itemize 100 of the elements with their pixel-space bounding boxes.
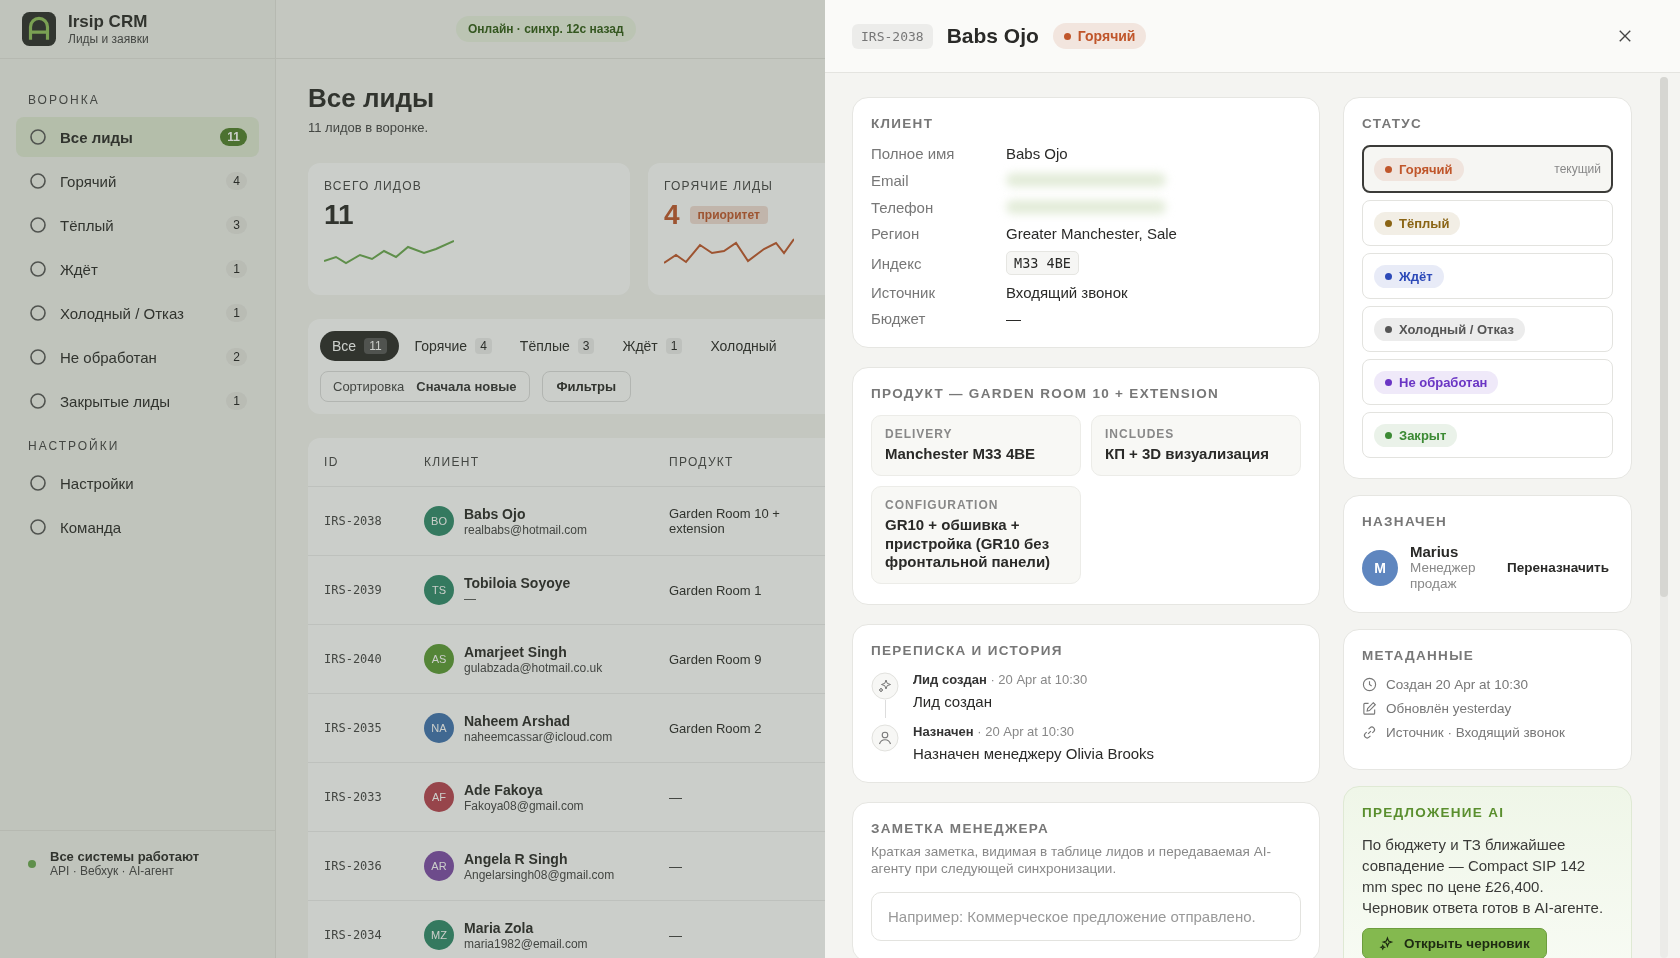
avatar: NA: [424, 713, 454, 743]
person-icon: [871, 724, 899, 752]
avatar: TS: [424, 575, 454, 605]
open-draft-button[interactable]: Открыть черновик: [1362, 928, 1547, 958]
status-dot: [28, 859, 36, 868]
filter-tab[interactable]: Тёплые 3: [507, 331, 607, 361]
card-title: СТАТУС: [1362, 116, 1424, 131]
event-title: Назначен · 20 Apr at 10:30: [913, 724, 1076, 739]
filters-button[interactable]: Фильтры: [541, 371, 632, 402]
event-text: Лид создан: [913, 693, 993, 710]
app-name: Irsip CRM: [68, 12, 149, 32]
filter-tab[interactable]: Ждёт 1: [610, 331, 695, 361]
avatar: AF: [424, 782, 454, 812]
field-label: Полное имя: [871, 145, 956, 162]
nav-icon: [28, 215, 48, 235]
system-services: API · Вебхук · AI-агент: [50, 864, 175, 878]
sort-control[interactable]: Сортировка Сначала новые: [320, 371, 530, 402]
avatar: AS: [424, 644, 454, 674]
reassign-button[interactable]: Переназначить: [1503, 554, 1613, 582]
app-subtitle: Лиды и заявки: [68, 32, 149, 46]
status-badge: Горячий: [1052, 23, 1147, 49]
postcode: M33 4BE: [1006, 251, 1079, 275]
note-description: Краткая заметка, видимая в таблице лидов и передаваемая AI-агенту при следующей синхронизации.: [871, 844, 1272, 878]
card-title: ПРЕДЛОЖЕНИЕ AI: [1362, 805, 1506, 821]
field-label: Email: [871, 171, 910, 189]
sidebar-item[interactable]: Тёплый 3: [16, 205, 259, 245]
status-option[interactable]: Горячий текущий: [1362, 145, 1613, 193]
sidebar-item[interactable]: Ждёт 1: [16, 249, 259, 289]
section-title: НАСТРОЙКИ: [27, 437, 121, 455]
status-option[interactable]: Холодный / Отказ: [1362, 306, 1613, 352]
field-label: Бюджет: [871, 310, 927, 327]
section-title: ВОРОНКА: [27, 92, 101, 109]
lead-name: Babs Ojo: [946, 24, 1039, 48]
sidebar-item[interactable]: Все лиды 11: [16, 117, 259, 157]
avatar: BO: [424, 506, 454, 536]
ai-suggestion-text: По бюджету и ТЗ ближайшее совпадение — Compact SIP 142 mm spec по цене £26,400. Черновик ответа готов в AI-агенте.: [1362, 835, 1605, 919]
status-option[interactable]: Закрыт: [1362, 412, 1613, 458]
page-title: Все лиды: [308, 83, 436, 114]
card-title: НАЗНАЧЕН: [1362, 514, 1449, 529]
nav-icon: [28, 347, 48, 367]
manager-role: Менеджер продаж: [1410, 560, 1477, 593]
scrollbar[interactable]: [1660, 77, 1668, 958]
manager-name: Marius: [1410, 543, 1460, 560]
event-text: Назначен менеджеру Olivia Brooks: [913, 745, 1155, 762]
field-value: —: [1006, 310, 1022, 327]
metadata-item: Создан 20 Apr at 10:30: [1386, 677, 1528, 693]
field-label: Индекс: [871, 254, 923, 272]
nav-icon: [28, 473, 48, 493]
card-title: ЗАМЕТКА МЕНЕДЖЕРА: [871, 821, 1050, 836]
sidebar-item[interactable]: Настройки: [16, 463, 259, 503]
clock-icon: [1362, 677, 1377, 693]
sidebar-item[interactable]: Закрытые лиды 1: [16, 381, 259, 421]
filter-tab[interactable]: Все 11: [320, 331, 399, 361]
edit-icon: [1362, 701, 1377, 717]
status-option[interactable]: Не обработан: [1362, 359, 1613, 405]
card-title: МЕТАДАННЫЕ: [1362, 648, 1475, 664]
metadata-item: Обновлён yesterday: [1386, 701, 1512, 717]
filter-tab[interactable]: Холодный: [698, 331, 789, 361]
product-tile: DELIVERY Manchester M33 4BE: [871, 415, 1081, 476]
system-status: Все системы работают: [50, 849, 200, 864]
card-title: КЛИЕНТ: [871, 116, 935, 131]
sidebar-item[interactable]: Не обработан 2: [16, 337, 259, 377]
event-title: Лид создан · 20 Apr at 10:30: [913, 672, 1088, 687]
product-tile: INCLUDES КП + 3D визуализация: [1091, 415, 1301, 476]
field-label: Регион: [871, 225, 921, 242]
column-header: ID: [324, 455, 340, 469]
nav-icon: [28, 259, 48, 279]
field-value: Babs Ojo: [1006, 145, 1069, 162]
close-icon[interactable]: [1618, 29, 1632, 43]
logo-icon: [22, 12, 56, 46]
field-value: Входящий звонок: [1006, 284, 1129, 301]
product-tile: CONFIGURATION GR10 + обшивка + пристройка (GR10 без фронтальной панели): [871, 485, 1081, 584]
sidebar-item[interactable]: Команда: [16, 507, 259, 547]
status-option[interactable]: Ждёт: [1362, 253, 1613, 299]
filter-tab[interactable]: Горячие 4: [402, 331, 504, 361]
card-title: ПЕРЕПИСКА И ИСТОРИЯ: [871, 643, 1064, 658]
avatar: MZ: [424, 920, 454, 950]
nav-icon: [28, 171, 48, 191]
note-field[interactable]: Например: Коммерческое предложение отправлено.: [871, 891, 1301, 941]
metadata-item: Источник · Входящий звонок: [1386, 725, 1565, 741]
page-subtitle: 11 лидов в воронке.: [308, 120, 430, 135]
sync-status: Онлайн · синхр. 12с назад: [456, 16, 636, 42]
field-label: Источник: [871, 284, 937, 301]
sidebar-item[interactable]: Холодный / Отказ 1: [16, 293, 259, 333]
nav-icon: [28, 303, 48, 323]
avatar: AR: [424, 851, 454, 881]
nav-icon: [28, 391, 48, 411]
sidebar-item[interactable]: Горячий 4: [16, 161, 259, 201]
column-header: КЛИЕНТ: [424, 455, 481, 469]
nav-icon: [28, 517, 48, 537]
column-header: ПРОДУКТ: [669, 455, 735, 469]
link-icon: [1362, 725, 1377, 741]
nav-icon: [28, 127, 48, 147]
field-value: Greater Manchester, Sale: [1006, 225, 1178, 242]
status-option[interactable]: Тёплый: [1362, 200, 1613, 246]
avatar: M: [1362, 549, 1398, 586]
current-label: текущий: [1554, 162, 1601, 176]
field-label: Телефон: [871, 198, 935, 216]
stat-card: ГОРЯЧИЕ ЛИДЫ 4 приоритет: [648, 163, 825, 295]
lead-id: IRS-2038: [852, 23, 933, 49]
